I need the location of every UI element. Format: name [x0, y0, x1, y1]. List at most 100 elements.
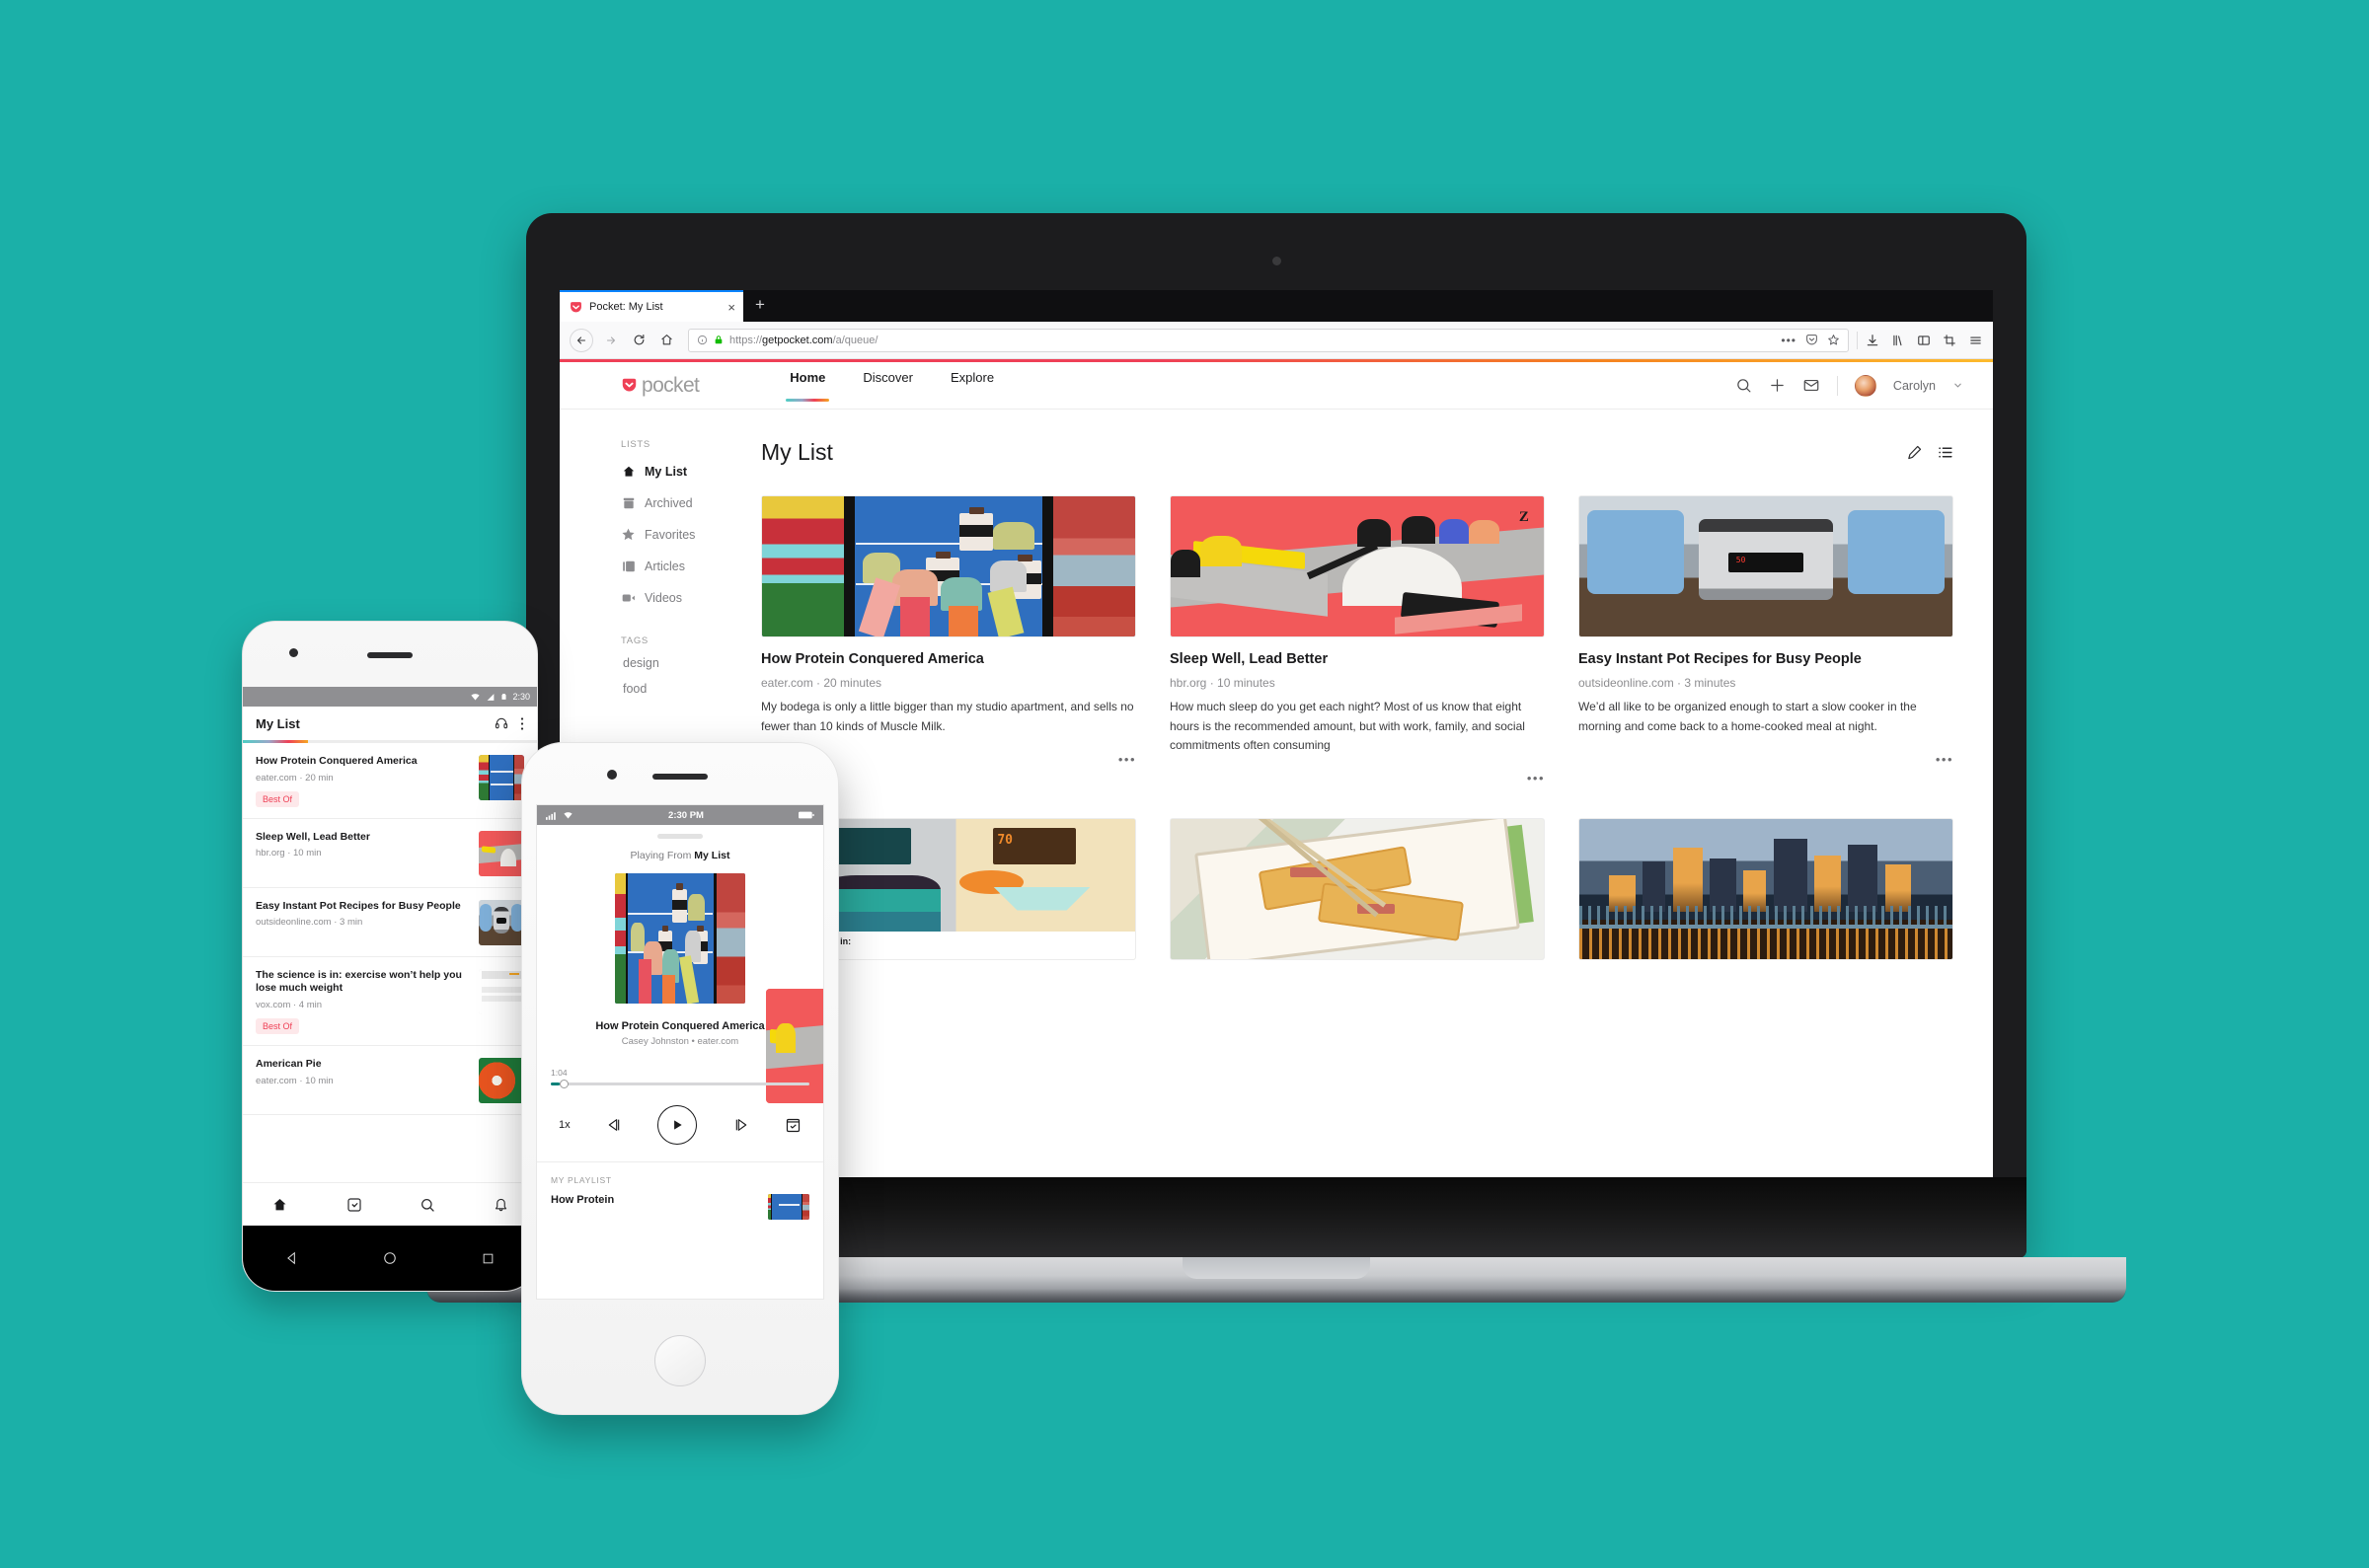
home-icon[interactable]: [652, 327, 680, 354]
article-thumbnail[interactable]: 50: [1578, 495, 1953, 637]
android-screen: 2:30 My List How Protein Conquered Ameri…: [243, 687, 537, 1226]
overflow-menu-icon[interactable]: [520, 716, 524, 731]
sidebar-icon[interactable]: [1917, 334, 1931, 347]
android-nav-bar: [243, 1226, 537, 1291]
search-icon[interactable]: [1735, 377, 1752, 394]
nav-home[interactable]: Home: [786, 370, 830, 402]
star-icon[interactable]: [1827, 334, 1840, 346]
avatar[interactable]: [1854, 374, 1876, 397]
browser-tab-title: Pocket: My List: [589, 301, 663, 313]
sidebar-label: Favorites: [645, 527, 696, 542]
playing-from-list: My List: [694, 850, 730, 861]
article-title[interactable]: Sleep Well, Lead Better: [1170, 650, 1545, 669]
chevron-down-icon[interactable]: [1952, 380, 1963, 391]
list-item[interactable]: Easy Instant Pot Recipes for Busy People…: [243, 888, 537, 957]
now-playing-artwork: [615, 873, 745, 1004]
browser-tab[interactable]: Pocket: My List ×: [560, 290, 743, 322]
sidebar-tag-design[interactable]: design: [621, 656, 731, 670]
next-artwork-preview: [766, 989, 823, 1103]
progress-knob[interactable]: [560, 1080, 569, 1088]
iphone-screen: 2:30 PM Playing From My List How Protein…: [536, 804, 824, 1300]
wifi-icon: [471, 693, 481, 700]
list-item[interactable]: Sleep Well, Lead Better hbr.org · 10 min: [243, 819, 537, 888]
ellipsis-icon[interactable]: •••: [1781, 335, 1796, 346]
playlist-item[interactable]: How Protein: [537, 1185, 823, 1220]
sidebar-item-articles[interactable]: Articles: [621, 555, 731, 577]
article-thumbnail[interactable]: Z: [1170, 495, 1545, 637]
plus-icon[interactable]: [1769, 377, 1786, 394]
hamburger-menu-icon[interactable]: [1968, 334, 1983, 347]
bell-icon[interactable]: [494, 1197, 508, 1213]
back-arrow-icon[interactable]: [570, 328, 593, 352]
article-title[interactable]: How Protein Conquered America: [761, 650, 1136, 669]
sidebar-item-archived[interactable]: Archived: [621, 491, 731, 514]
url-path: /a/queue/: [832, 334, 879, 346]
article-card[interactable]: Z Sleep Well, Lead Better hbr.org · 10 m…: [1170, 495, 1545, 784]
back-triangle-icon[interactable]: [285, 1251, 299, 1265]
sidebar-label: Articles: [645, 559, 685, 573]
article-card[interactable]: [1578, 818, 1953, 961]
reload-icon[interactable]: [625, 327, 652, 354]
article-thumbnail[interactable]: [1170, 818, 1545, 961]
home-button[interactable]: [654, 1335, 706, 1386]
playlist-item-thumbnail: [768, 1194, 809, 1220]
browser-tab-strip: Pocket: My List × +: [560, 290, 1993, 322]
article-meta: hbr.org · 10 minutes: [1170, 676, 1275, 691]
headphones-icon[interactable]: [494, 716, 509, 730]
user-name[interactable]: Carolyn: [1893, 379, 1936, 393]
pocket-save-icon[interactable]: [1805, 334, 1818, 346]
list-item[interactable]: The science is in: exercise won’t help y…: [243, 957, 537, 1046]
progress-slider[interactable]: [551, 1080, 809, 1088]
article-more-button[interactable]: •••: [1118, 753, 1136, 766]
nav-discover[interactable]: Discover: [863, 370, 913, 402]
sidebar-tag-food[interactable]: food: [621, 682, 731, 696]
recents-square-icon[interactable]: [482, 1252, 495, 1265]
address-bar[interactable]: https://getpocket.com/a/queue/ •••: [688, 328, 1849, 352]
pencil-icon[interactable]: [1906, 444, 1923, 461]
article-thumbnail[interactable]: [761, 495, 1136, 637]
article-thumbnail[interactable]: [1578, 818, 1953, 961]
sheet-drag-handle[interactable]: [657, 834, 703, 839]
play-button[interactable]: [657, 1105, 698, 1145]
forward-arrow-icon[interactable]: [597, 327, 625, 354]
library-icon[interactable]: [1891, 334, 1905, 347]
article-card[interactable]: How Protein Conquered America eater.com …: [761, 495, 1136, 784]
page-title-row: My List: [761, 439, 1953, 466]
skip-back-icon[interactable]: [605, 1117, 623, 1133]
tab-close-icon[interactable]: ×: [727, 301, 735, 314]
article-more-button[interactable]: •••: [1527, 772, 1545, 784]
article-more-button[interactable]: •••: [1936, 753, 1953, 766]
list-view-icon[interactable]: [1937, 444, 1953, 461]
article-title[interactable]: Easy Instant Pot Recipes for Busy People: [1578, 650, 1953, 669]
list-item[interactable]: American Pie eater.com · 10 min: [243, 1046, 537, 1115]
sidebar-item-my-list[interactable]: My List: [621, 460, 731, 483]
url-domain: getpocket.com: [762, 334, 833, 346]
sidebar-item-videos[interactable]: Videos: [621, 586, 731, 609]
list-item-title: How Protein Conquered America: [256, 755, 418, 767]
list-item[interactable]: How Protein Conquered America eater.com …: [243, 743, 537, 819]
envelope-icon[interactable]: [1802, 377, 1820, 394]
sidebar-tags-heading: TAGS: [621, 635, 649, 646]
home-icon[interactable]: [271, 1197, 288, 1213]
android-phone-device: 2:30 My List How Protein Conquered Ameri…: [242, 621, 538, 1292]
skip-forward-icon[interactable]: [732, 1117, 750, 1133]
article-card[interactable]: [1170, 818, 1545, 961]
search-icon[interactable]: [420, 1197, 435, 1213]
sidebar-item-favorites[interactable]: Favorites: [621, 523, 731, 546]
article-card[interactable]: 50 Easy Instant Pot Recipes for Busy Peo…: [1578, 495, 1953, 784]
playback-speed-button[interactable]: 1x: [559, 1119, 571, 1131]
archive-icon[interactable]: [785, 1117, 802, 1134]
list-item-title: Easy Instant Pot Recipes for Busy People: [256, 899, 461, 912]
article-excerpt: How much sleep do you get each night? Mo…: [1170, 700, 1525, 752]
pocket-logo[interactable]: pocket: [621, 374, 700, 398]
archive-icon: [621, 495, 636, 510]
new-tab-button[interactable]: +: [755, 296, 765, 313]
nav-explore[interactable]: Explore: [951, 370, 994, 402]
sidebar-label: Archived: [645, 495, 693, 510]
playing-from-label: Playing From My List: [537, 850, 823, 861]
favorites-icon[interactable]: [346, 1197, 362, 1213]
page-info-icon[interactable]: [697, 335, 708, 345]
home-circle-icon[interactable]: [383, 1251, 397, 1265]
download-icon[interactable]: [1866, 334, 1879, 347]
screenshot-icon[interactable]: [1943, 334, 1956, 347]
